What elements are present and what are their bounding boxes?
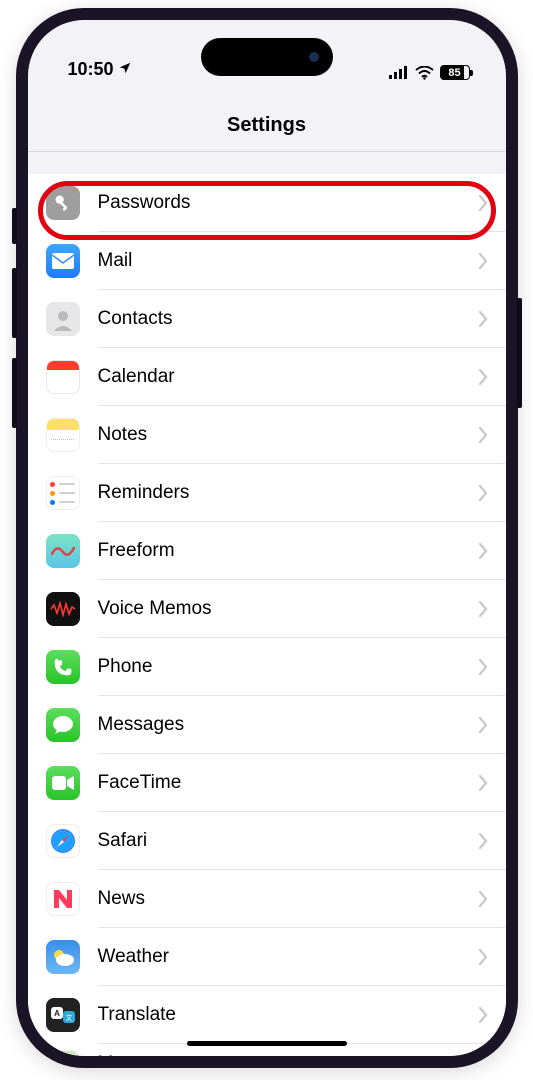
row-phone[interactable]: Phone [28,638,506,696]
row-label: Translate [98,1004,478,1026]
freeform-icon [46,534,80,568]
weather-icon [46,940,80,974]
row-reminders[interactable]: Reminders [28,464,506,522]
row-label: Notes [98,424,478,446]
chevron-right-icon [478,427,488,443]
volume-up-button [12,268,17,338]
row-label: Freeform [98,540,478,562]
row-news[interactable]: News [28,870,506,928]
row-mail[interactable]: Mail [28,232,506,290]
row-label: Voice Memos [98,598,478,620]
home-indicator[interactable] [187,1041,347,1046]
row-label: Mail [98,250,478,272]
phone-icon [46,650,80,684]
dynamic-island [201,38,333,76]
battery-percent: 85 [441,67,469,79]
chevron-right-icon [478,1007,488,1023]
voice-memos-icon [46,592,80,626]
row-contacts[interactable]: Contacts [28,290,506,348]
row-label: Messages [98,714,478,736]
phone-frame: 10:50 85 Set [16,8,518,1068]
location-icon [118,59,132,80]
power-button [517,298,522,408]
translate-icon: A文 [46,998,80,1032]
safari-icon [46,824,80,858]
chevron-right-icon [478,949,488,965]
screen: 10:50 85 Set [28,20,506,1056]
row-messages[interactable]: Messages [28,696,506,754]
contacts-icon [46,302,80,336]
row-label: News [98,888,478,910]
row-label: Passwords [98,192,478,214]
row-label: Maps [98,1053,478,1056]
row-translate[interactable]: A文 Translate [28,986,506,1044]
status-time: 10:50 [68,59,114,80]
row-facetime[interactable]: FaceTime [28,754,506,812]
row-freeform[interactable]: Freeform [28,522,506,580]
row-label: Calendar [98,366,478,388]
chevron-right-icon [478,195,488,211]
news-icon [46,882,80,916]
mail-icon [46,244,80,278]
reminders-icon [46,476,80,510]
row-label: Safari [98,830,478,852]
row-label: Contacts [98,308,478,330]
chevron-right-icon [478,369,488,385]
row-notes[interactable]: Notes [28,406,506,464]
messages-icon [46,708,80,742]
row-label: FaceTime [98,772,478,794]
chevron-right-icon [478,833,488,849]
section-spacer [28,152,506,168]
chevron-right-icon [478,543,488,559]
key-icon [46,186,80,220]
chevron-right-icon [478,717,488,733]
chevron-right-icon [478,775,488,791]
chevron-right-icon [478,485,488,501]
wifi-icon [415,66,434,80]
page-title: Settings [28,82,506,152]
chevron-right-icon [478,891,488,907]
settings-list: Passwords Mail [28,174,506,1056]
maps-icon [46,1051,80,1056]
chevron-right-icon [478,601,488,617]
row-passwords[interactable]: Passwords [28,174,506,232]
notes-icon [46,418,80,452]
cellular-icon [389,66,409,79]
row-label: Weather [98,946,478,968]
svg-text:A: A [54,1009,60,1018]
chevron-right-icon [478,311,488,327]
row-calendar[interactable]: Calendar [28,348,506,406]
row-label: Phone [98,656,478,678]
svg-text:文: 文 [65,1013,72,1022]
battery-icon: 85 [440,65,470,80]
calendar-icon [46,360,80,394]
facetime-icon [46,766,80,800]
volume-down-button [12,358,17,428]
row-weather[interactable]: Weather [28,928,506,986]
chevron-right-icon [478,659,488,675]
ringer-switch [12,208,17,244]
chevron-right-icon [478,253,488,269]
row-safari[interactable]: Safari [28,812,506,870]
row-voice-memos[interactable]: Voice Memos [28,580,506,638]
row-label: Reminders [98,482,478,504]
